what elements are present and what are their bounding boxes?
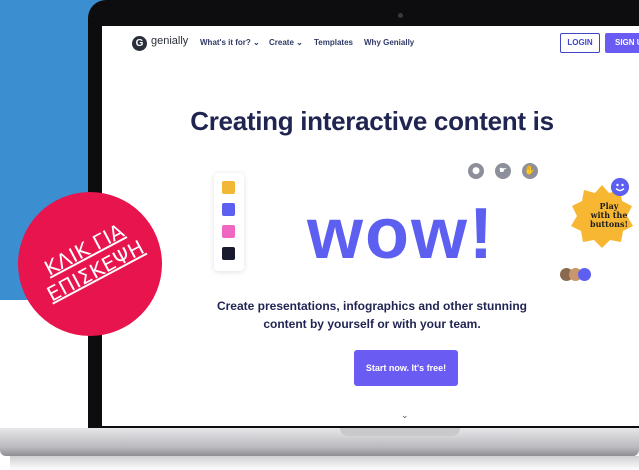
swatch-yellow[interactable] <box>222 181 235 194</box>
color-swatch-panel <box>214 173 244 271</box>
pointer-control-icon[interactable]: ☛ <box>495 163 511 179</box>
camera-icon <box>398 13 403 18</box>
smiley-icon <box>611 178 629 196</box>
laptop-notch <box>340 428 460 436</box>
hero-headline: Creating interactive content is <box>190 106 554 136</box>
nav-link-create[interactable]: Create ⌄ <box>269 38 303 47</box>
login-button[interactable]: LOGIN <box>560 33 600 53</box>
sticker-line-3: buttons! <box>590 219 628 229</box>
collaborator-avatars <box>560 268 600 282</box>
swatch-pink[interactable] <box>222 225 235 238</box>
swatch-black[interactable] <box>222 247 235 260</box>
start-now-button[interactable]: Start now. It's free! <box>354 350 458 386</box>
browser-screen: G genially What's it for? ⌄ Create ⌄ Tem… <box>102 26 639 426</box>
signup-button[interactable]: SIGN U <box>605 33 639 53</box>
subtitle-line-1: Create presentations, infographics and o… <box>216 299 528 313</box>
logo-text[interactable]: genially <box>151 35 188 47</box>
laptop-base <box>0 428 639 456</box>
nav-link-templates[interactable]: Templates <box>314 38 353 47</box>
subtitle-line-2: content by yourself or with your team. <box>263 317 481 331</box>
hero-subtitle: Create presentations, infographics and o… <box>102 297 639 333</box>
dot-control-icon[interactable]: ● <box>468 163 484 179</box>
nav-link-why-genially[interactable]: Why Genially <box>364 38 414 47</box>
nav-link-whats-it-for[interactable]: What's it for? ⌄ <box>200 38 260 47</box>
scroll-down-chevron-icon[interactable]: ⌄ <box>401 411 409 421</box>
wow-text[interactable]: wow! <box>307 194 495 274</box>
avatar <box>578 268 591 281</box>
sticker-text: Play with the buttons! <box>587 202 631 229</box>
genially-logo-icon[interactable]: G <box>132 36 147 51</box>
laptop-shadow <box>10 456 639 470</box>
hand-control-icon[interactable]: ✋ <box>522 163 538 179</box>
top-nav: G genially What's it for? ⌄ Create ⌄ Tem… <box>102 26 639 60</box>
swatch-blue[interactable] <box>222 203 235 216</box>
